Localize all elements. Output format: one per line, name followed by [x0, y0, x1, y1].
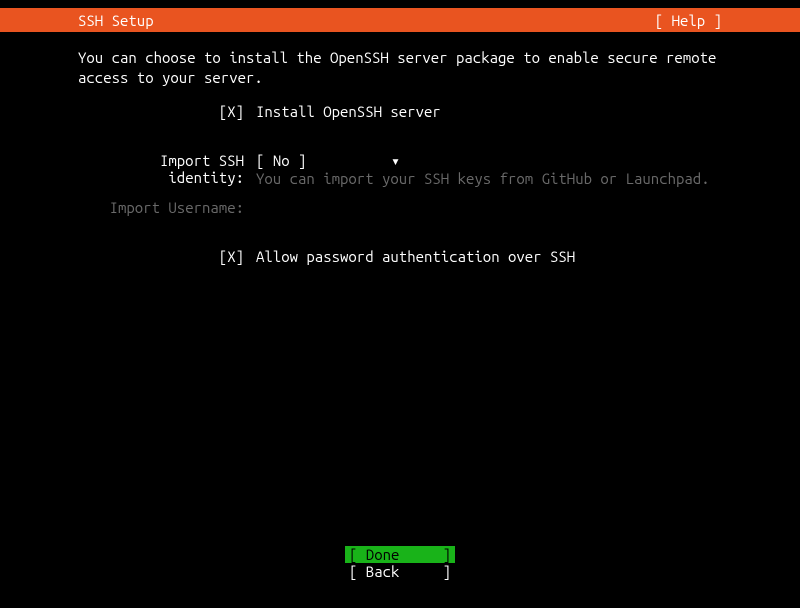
- chevron-down-icon: ▾: [391, 152, 400, 170]
- intro-text: You can choose to install the OpenSSH se…: [78, 48, 722, 87]
- import-username-label: Import Username:: [78, 199, 256, 216]
- allow-password-checkbox[interactable]: [X]: [219, 248, 244, 265]
- page-title: SSH Setup: [78, 12, 154, 29]
- import-identity-dropdown[interactable]: [ No ▾ ]: [256, 152, 406, 170]
- done-button[interactable]: [ Done]: [345, 546, 455, 563]
- install-openssh-label: Install OpenSSH server: [256, 103, 722, 120]
- allow-password-checkbox-col: [X]: [78, 248, 256, 265]
- help-button[interactable]: [ Help ]: [655, 12, 722, 29]
- back-button[interactable]: [ Back]: [345, 563, 455, 580]
- install-openssh-row: [X] Install OpenSSH server: [78, 103, 722, 120]
- bracket-open: [: [349, 563, 366, 580]
- done-label: Done: [366, 546, 400, 563]
- install-openssh-checkbox-col: [X]: [78, 103, 256, 120]
- dropdown-close-bracket: ]: [290, 152, 307, 169]
- dropdown-open-bracket: [: [256, 152, 273, 169]
- bracket-close: ]: [443, 546, 451, 563]
- dropdown-value: No: [273, 152, 290, 169]
- header-bar: SSH Setup [ Help ]: [0, 8, 800, 32]
- bracket-open: [: [349, 546, 366, 563]
- install-openssh-checkbox[interactable]: [X]: [219, 103, 244, 120]
- import-username-row: Import Username:: [78, 199, 722, 216]
- allow-password-label: Allow password authentication over SSH: [256, 248, 722, 265]
- import-identity-row: Import SSH identity: [ No ▾ ] You can imp…: [78, 152, 722, 187]
- bracket-close: ]: [443, 563, 451, 580]
- import-identity-label: Import SSH identity:: [78, 152, 256, 186]
- back-label: Back: [366, 563, 400, 580]
- content-area: You can choose to install the OpenSSH se…: [0, 32, 800, 265]
- import-identity-hint: You can import your SSH keys from GitHub…: [256, 170, 722, 187]
- footer: [ Done] [ Back]: [0, 546, 800, 580]
- allow-password-row: [X] Allow password authentication over S…: [78, 248, 722, 265]
